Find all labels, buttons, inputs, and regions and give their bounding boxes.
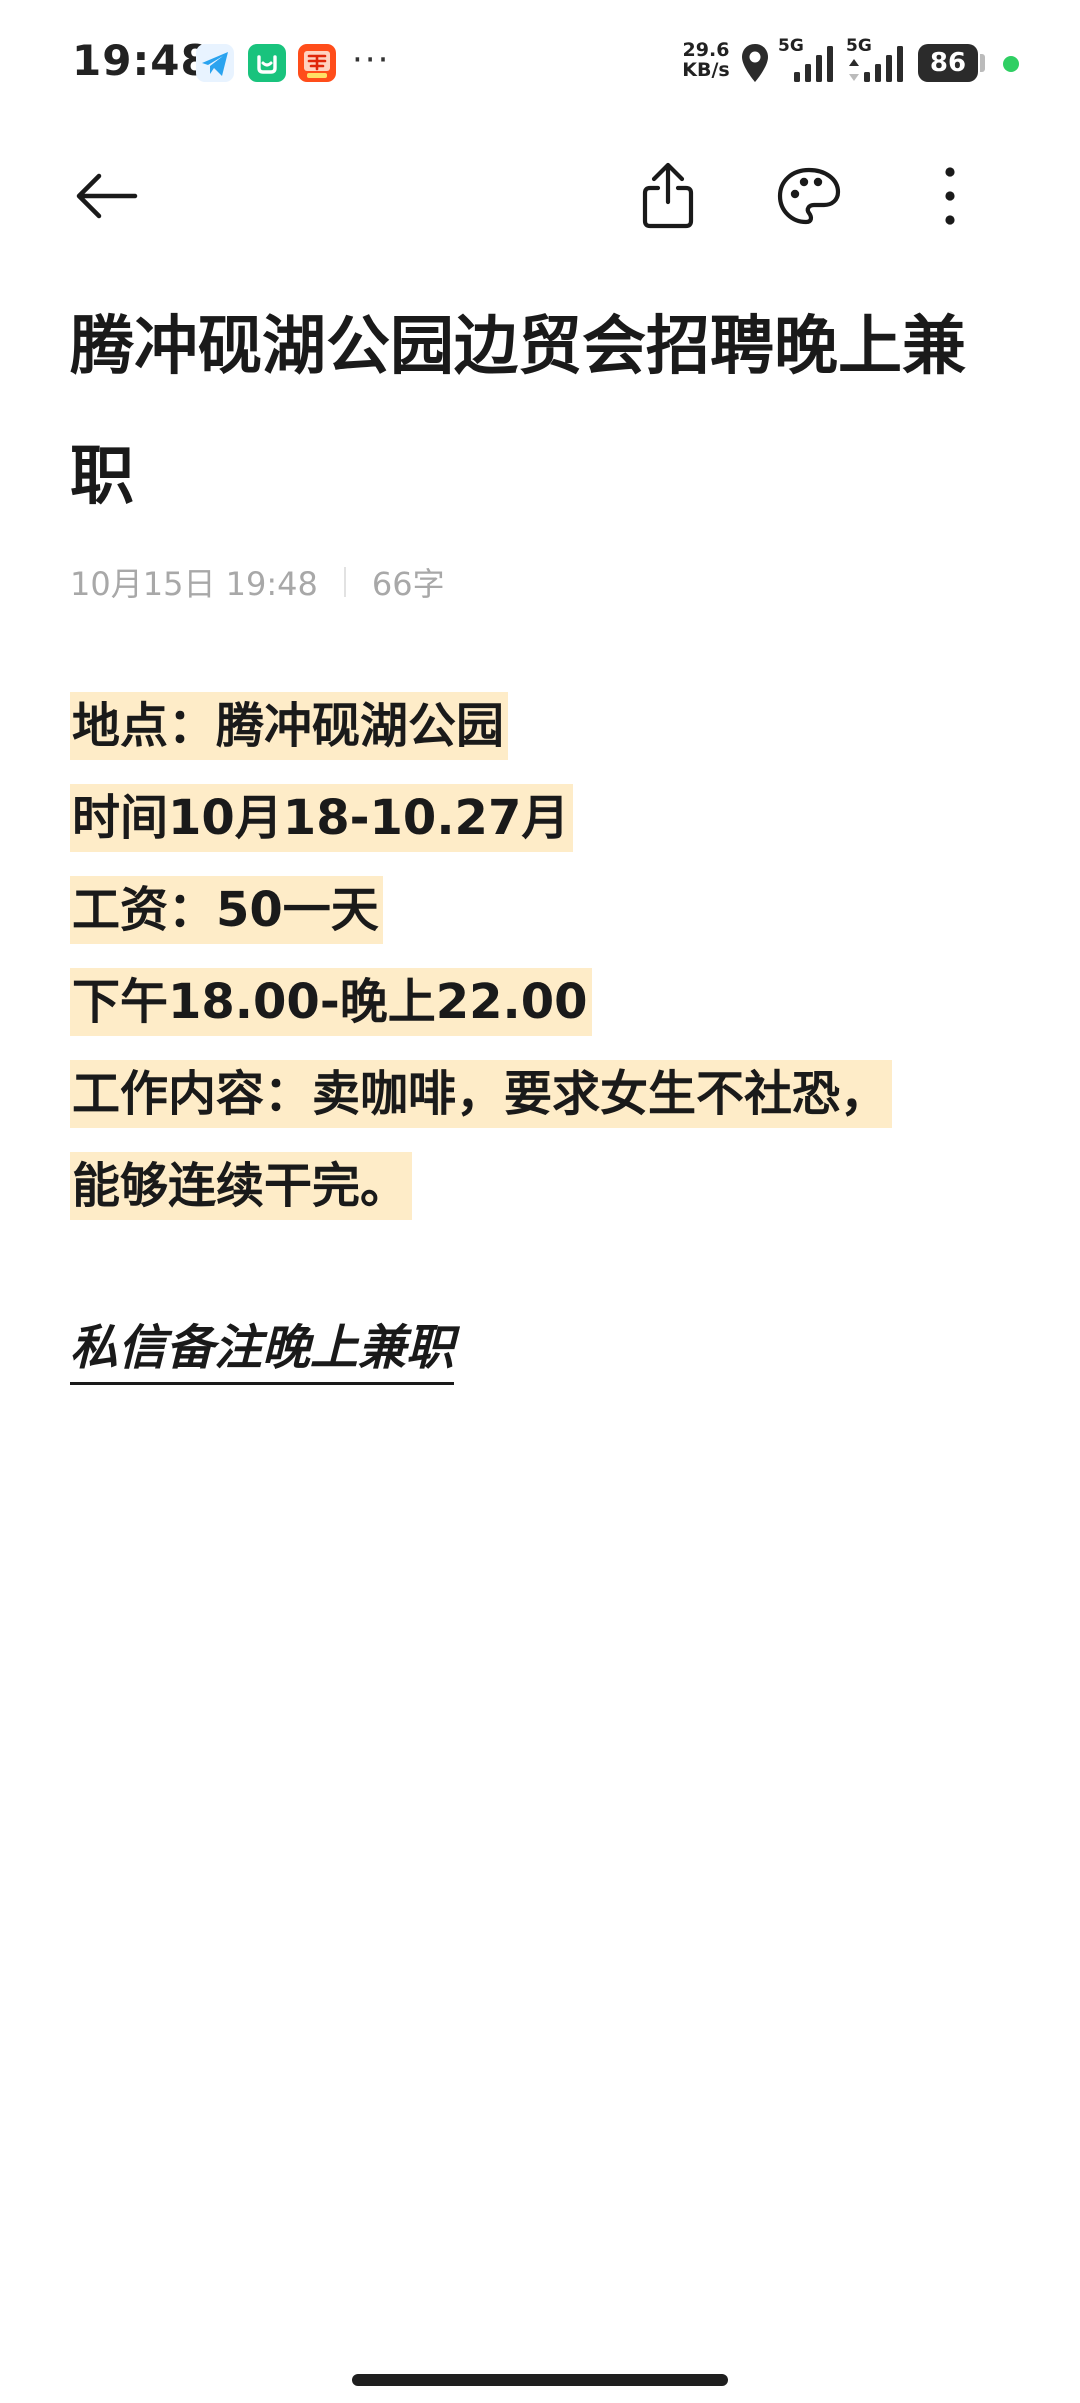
home-indicator[interactable]: [352, 2374, 728, 2386]
network-speed-value: 29.6: [682, 39, 730, 61]
share-icon: [642, 162, 694, 229]
privacy-indicator-dot: [1003, 56, 1019, 72]
more-vertical-icon: [945, 167, 955, 225]
share-button[interactable]: [632, 160, 704, 232]
theme-button[interactable]: [773, 160, 845, 232]
signal-icon: [792, 44, 838, 88]
note-line-text: 能够连续干完。: [70, 1152, 413, 1220]
note-line: 时间10月18-10.27月: [70, 772, 1010, 864]
data-arrows-icon: [848, 58, 860, 86]
signal-icon-2: [862, 44, 908, 88]
back-button[interactable]: [70, 160, 142, 232]
palette-icon: [777, 167, 841, 225]
note-title[interactable]: 腾冲砚湖公园边贸会招聘晚上兼职: [70, 282, 1010, 542]
note-footer-text[interactable]: 私信备注晚上兼职: [70, 1320, 455, 1385]
note-line-text: 工资：50一天: [70, 876, 383, 944]
note-line-text: 工作内容：卖咖啡，要求女生不社恐，: [70, 1060, 893, 1128]
battery-tip: [980, 54, 985, 72]
status-time: 19:48: [72, 36, 211, 85]
wechat-mini-icon: [248, 44, 286, 82]
taobao-icon: [298, 44, 336, 82]
note-line: 工作内容：卖咖啡，要求女生不社恐，: [70, 1048, 1010, 1140]
telegram-icon: [196, 44, 234, 82]
meta-divider: [343, 567, 346, 597]
network-speed-unit: KB/s: [682, 59, 730, 81]
note-line-text: 地点：腾冲砚湖公园: [70, 692, 509, 760]
battery-icon: 86: [918, 44, 978, 82]
note-word-count: 66字: [371, 565, 445, 603]
arrow-left-icon: [76, 173, 138, 219]
note-date: 10月15日 19:48: [70, 565, 318, 603]
note-line: 能够连续干完。: [70, 1140, 1010, 1232]
note-line: 地点：腾冲砚湖公园: [70, 680, 1010, 772]
status-bar: 19:48 ··· 29.6 KB/s 5G 5G 86: [0, 0, 1080, 130]
note-body[interactable]: 地点：腾冲砚湖公园 时间10月18-10.27月 工资：50一天 下午18.00…: [70, 680, 1010, 1232]
note-meta: 10月15日 19:48 66字: [70, 562, 445, 603]
more-options-button[interactable]: [914, 160, 986, 232]
note-line: 下午18.00-晚上22.00: [70, 956, 1010, 1048]
note-line: 工资：50一天: [70, 864, 1010, 956]
note-line-text: 下午18.00-晚上22.00: [70, 968, 592, 1036]
location-icon: [740, 42, 770, 88]
more-notifications-icon: ···: [352, 40, 391, 80]
network-speed: 29.6 KB/s: [676, 40, 736, 80]
note-line-text: 时间10月18-10.27月: [70, 784, 574, 852]
